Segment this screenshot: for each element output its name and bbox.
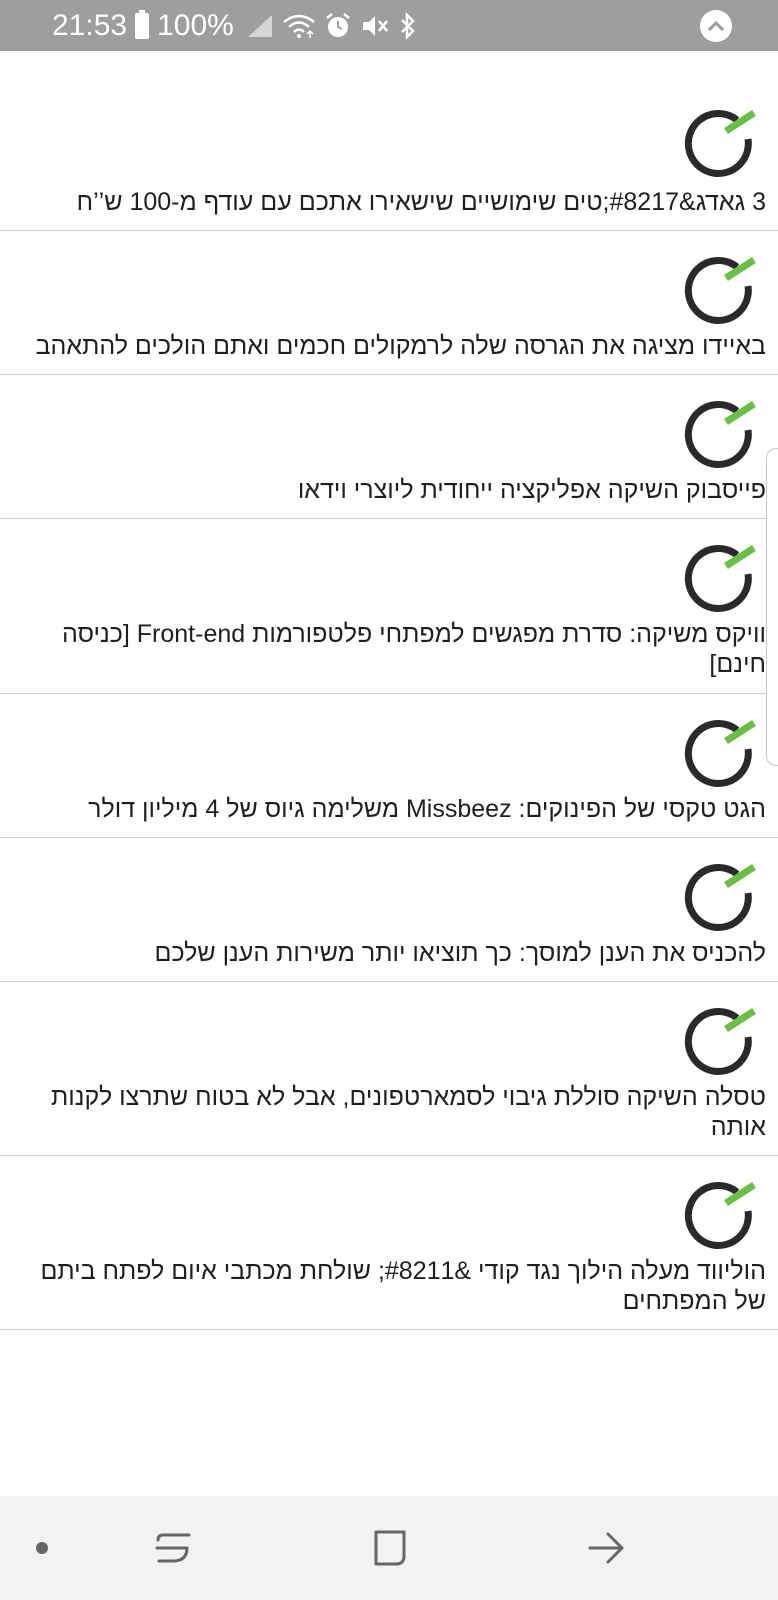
list-item[interactable]: 3 גאדג&#8217;טים שימושיים שישאירו אתכם ע… — [0, 51, 778, 231]
app-logo-icon — [684, 545, 756, 612]
app-logo-icon — [684, 257, 756, 324]
list-item[interactable]: להכניס את הענן למוסך: כך תוציאו יותר משי… — [0, 838, 778, 982]
app-logo-icon — [684, 1008, 756, 1075]
article-title: הגט טקסי של הפינוקים: Missbeez משלימה גי… — [88, 795, 766, 823]
article-title: להכניס את הענן למוסך: כך תוציאו יותר משי… — [154, 939, 766, 967]
status-left: 21:53 100% — [52, 0, 418, 51]
app-logo-icon — [684, 401, 756, 468]
battery-icon — [135, 9, 150, 39]
article-title: הוליווד מעלה הילוך נגד קודי &#8211; שולח… — [40, 1257, 766, 1315]
app-logo-icon — [684, 864, 756, 931]
list-item[interactable]: פייסבוק השיקה אפליקציה ייחודית ליוצרי וי… — [0, 375, 778, 519]
app-logo-icon — [684, 720, 756, 787]
signal-icon — [247, 14, 272, 37]
bluetooth-icon — [400, 11, 415, 40]
list-item[interactable]: וויקס משיקה: סדרת מפגשים למפתחי פלטפורמו… — [0, 519, 778, 694]
list-item[interactable]: הגט טקסי של הפינוקים: Missbeez משלימה גי… — [0, 694, 778, 838]
article-title: 3 גאדג&#8217;טים שימושיים שישאירו אתכם ע… — [76, 188, 766, 216]
chevron-up-icon[interactable] — [700, 10, 732, 42]
article-title: פייסבוק השיקה אפליקציה ייחודית ליוצרי וי… — [297, 476, 766, 504]
list-item[interactable]: טסלה השיקה סוללת גיבוי לסמארטפונים, אבל … — [0, 982, 778, 1156]
article-title: טסלה השיקה סוללת גיבוי לסמארטפונים, אבל … — [50, 1083, 766, 1141]
app-logo-icon — [684, 110, 756, 177]
mute-icon — [362, 15, 388, 36]
article-title: וויקס משיקה: סדרת מפגשים למפתחי פלטפורמו… — [62, 620, 766, 678]
home-icon[interactable] — [345, 1496, 435, 1600]
wifi-icon — [283, 14, 315, 38]
battery-percentage: 100% — [157, 8, 234, 42]
article-title: באיידו מציגה את הגרסה שלה לרמקולים חכמים… — [35, 332, 766, 360]
article-list: 3 גאדג&#8217;טים שימושיים שישאירו אתכם ע… — [0, 51, 778, 1330]
app-logo-icon — [684, 1182, 756, 1249]
navigation-bar — [0, 1496, 778, 1600]
list-item[interactable]: באיידו מציגה את הגרסה שלה לרמקולים חכמים… — [0, 231, 778, 375]
alarm-icon — [326, 12, 350, 37]
status-icons — [246, 11, 418, 40]
edge-panel-handle[interactable] — [766, 448, 778, 766]
recent-apps-icon[interactable] — [128, 1496, 218, 1600]
status-time: 21:53 — [52, 8, 128, 42]
dot-icon[interactable] — [10, 1496, 74, 1600]
back-icon[interactable] — [562, 1496, 652, 1600]
status-bar: 21:53 100% — [0, 0, 778, 51]
list-item[interactable]: הוליווד מעלה הילוך נגד קודי &#8211; שולח… — [0, 1156, 778, 1330]
